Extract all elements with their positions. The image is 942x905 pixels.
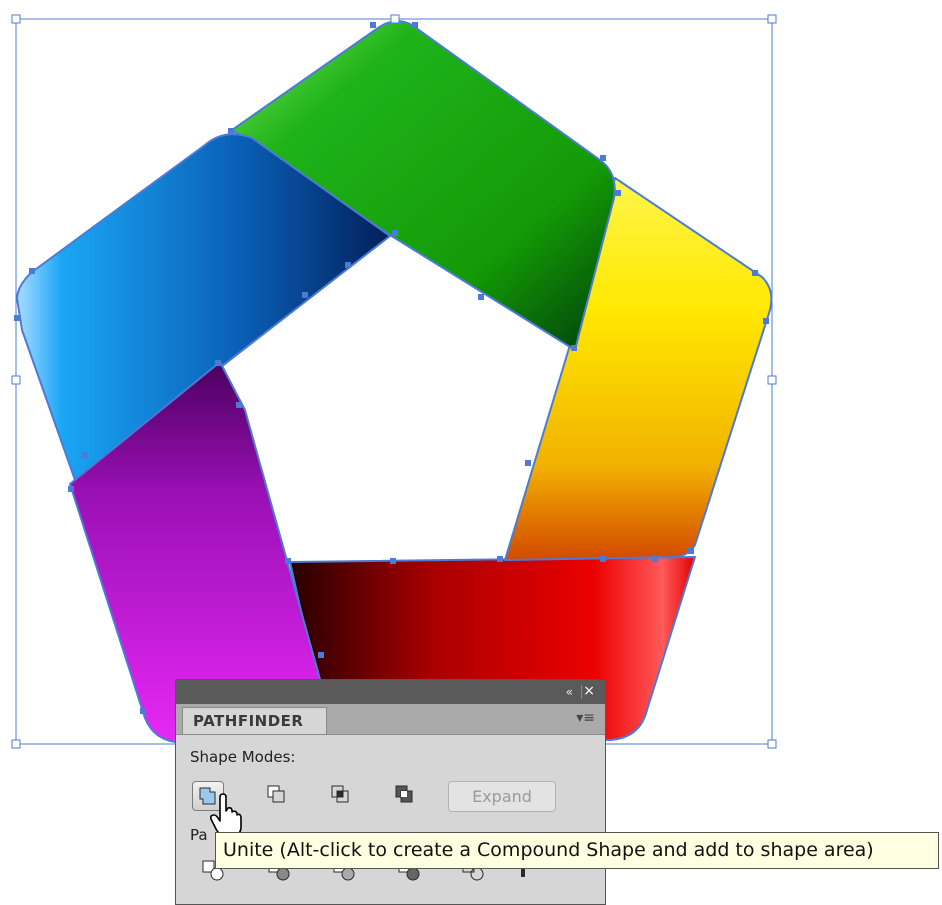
hand-pointer-icon (210, 793, 242, 837)
title-bar-divider (581, 685, 582, 699)
exclude-button[interactable] (390, 781, 422, 811)
panel-menu-icon[interactable]: ▾≡ (576, 710, 595, 726)
panel-title-bar[interactable]: « × (176, 680, 605, 704)
intersect-icon (331, 785, 349, 803)
intersect-button[interactable] (326, 781, 358, 811)
minus-front-button[interactable] (262, 781, 294, 811)
pathfinders-label: Pa (190, 826, 208, 844)
minus-front-icon (267, 785, 285, 803)
pentagon-ribbon (16, 20, 773, 743)
tab-pathfinder[interactable]: PATHFINDER (182, 707, 327, 734)
shape-modes-label: Shape Modes: (190, 748, 296, 766)
collapse-panel-icon[interactable]: « (566, 683, 573, 701)
close-panel-icon[interactable]: × (583, 682, 595, 700)
expand-button[interactable]: Expand (448, 781, 556, 812)
panel-tab-strip: PATHFINDER ▾≡ (176, 704, 605, 735)
pathfinder-panel: « × PATHFINDER ▾≡ Shape Modes: Expand Pa (175, 679, 606, 905)
unite-tooltip: Unite (Alt-click to create a Compound Sh… (215, 832, 939, 869)
exclude-icon (395, 785, 413, 803)
